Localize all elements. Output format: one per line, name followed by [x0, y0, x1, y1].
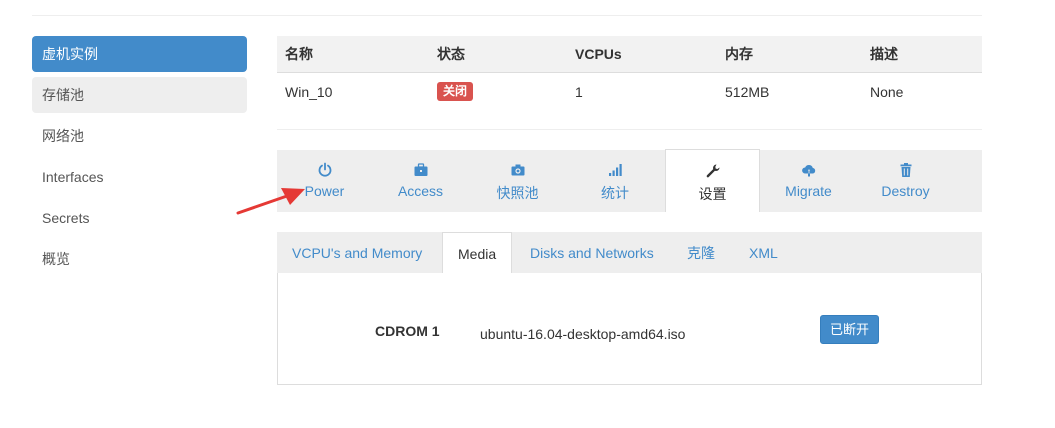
- table-row: Win_10 关闭 1 512MB None: [277, 72, 982, 111]
- subtab-clone[interactable]: 克隆: [672, 232, 730, 274]
- media-panel: CDROM 1 ubuntu-16.04-desktop-amd64.iso 已…: [277, 273, 982, 385]
- cloud-upload-icon: [801, 164, 815, 177]
- tab-destroy-label: Destroy: [881, 183, 930, 199]
- column-header-name: 名称: [277, 36, 429, 73]
- briefcase-icon: [414, 163, 427, 176]
- cdrom-image-name: ubuntu-16.04-desktop-amd64.iso: [480, 326, 686, 342]
- subtab-media[interactable]: Media: [442, 232, 513, 274]
- annotation-arrow-icon: [236, 188, 305, 215]
- tab-snapshots-label: 快照池: [496, 185, 539, 201]
- disconnect-button[interactable]: 已断开: [820, 315, 879, 344]
- camera-icon: [511, 164, 524, 176]
- tab-snapshots[interactable]: 快照池: [469, 150, 566, 212]
- column-header-vcpus: VCPUs: [567, 36, 717, 73]
- vm-description: None: [870, 83, 904, 100]
- subtab-xml[interactable]: XML: [734, 232, 793, 274]
- signal-icon: [609, 164, 622, 176]
- action-tab-bar: Power Access 快照池 统计 设置 Migrate Destroy: [277, 149, 982, 212]
- tab-migrate[interactable]: Migrate: [760, 150, 857, 212]
- sidebar-item-secrets[interactable]: Secrets: [32, 200, 247, 236]
- trash-icon: [900, 163, 911, 177]
- tab-destroy[interactable]: Destroy: [857, 150, 954, 212]
- settings-subtab-bar: VCPU's and Memory Media Disks and Networ…: [277, 232, 982, 274]
- column-header-description: 描述: [862, 36, 982, 73]
- vm-info-table: 名称 状态 VCPUs 内存 描述 Win_10 关闭 1 512MB None: [277, 36, 982, 111]
- vm-status-cell: 关闭: [429, 72, 567, 111]
- vm-name: Win_10: [285, 83, 333, 100]
- tab-settings-label: 设置: [698, 186, 727, 202]
- sidebar-item-instances[interactable]: 虚机实例: [32, 36, 247, 72]
- table-header-row: 名称 状态 VCPUs 内存 描述: [277, 36, 982, 73]
- wrench-icon: [706, 164, 719, 178]
- status-badge: 关闭: [437, 82, 474, 102]
- content-divider: [277, 129, 982, 130]
- tab-settings[interactable]: 设置: [665, 149, 760, 212]
- vm-vcpus: 1: [575, 83, 583, 100]
- sidebar-item-overview[interactable]: 概览: [32, 241, 247, 277]
- column-header-memory: 内存: [717, 36, 862, 73]
- power-icon: [318, 162, 331, 177]
- tab-access-label: Access: [397, 183, 444, 199]
- vm-memory: 512MB: [725, 83, 770, 100]
- tab-stats-label: 统计: [601, 185, 629, 201]
- subtab-disks-networks[interactable]: Disks and Networks: [515, 232, 669, 274]
- cdrom-label: CDROM 1: [375, 323, 440, 339]
- sidebar-item-networks[interactable]: 网络池: [32, 118, 247, 154]
- subtab-vcpu-memory[interactable]: VCPU's and Memory: [277, 232, 437, 274]
- sidebar-item-storage[interactable]: 存储池: [32, 77, 247, 113]
- sidebar-nav: 虚机实例 存储池 网络池 Interfaces Secrets 概览: [32, 36, 247, 282]
- tab-access[interactable]: Access: [372, 150, 469, 212]
- top-divider: [32, 15, 982, 16]
- tab-stats[interactable]: 统计: [566, 150, 664, 212]
- tab-migrate-label: Migrate: [785, 183, 832, 199]
- column-header-status: 状态: [429, 36, 567, 73]
- sidebar-item-interfaces[interactable]: Interfaces: [32, 159, 247, 195]
